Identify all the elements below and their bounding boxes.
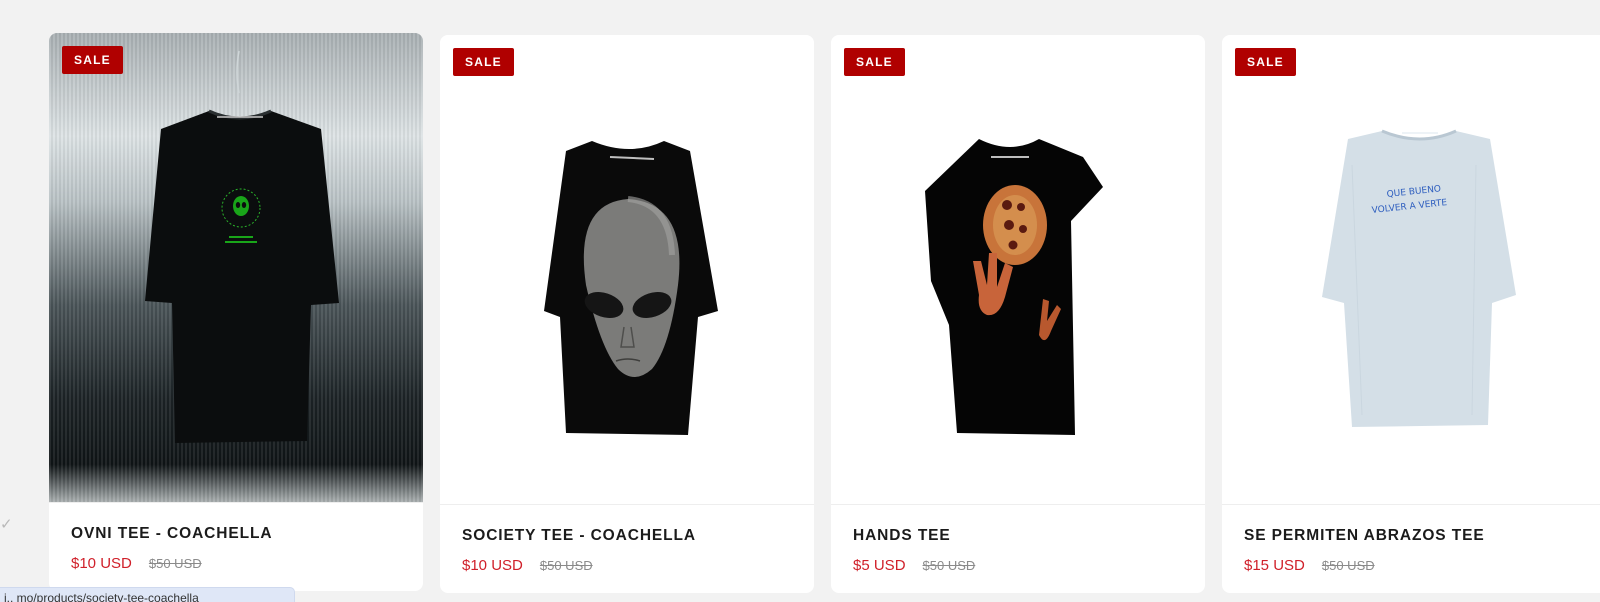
compare-price: $50 USD bbox=[148, 556, 202, 571]
alien-face-tee-image bbox=[544, 141, 718, 435]
product-image[interactable]: SALE bbox=[831, 35, 1205, 505]
product-card-hands-tee[interactable]: SALE HANDS TEE $5 USD $50 USD bbox=[831, 35, 1205, 593]
product-card-se-permiten-abrazos-tee[interactable]: QUE BUENO VOLVER A VERTE SALE SE PERMITE… bbox=[1222, 35, 1600, 593]
sale-badge: SALE bbox=[844, 48, 905, 76]
sale-price: $15 USD bbox=[1244, 557, 1305, 574]
product-card-ovni-tee[interactable]: SALE OVNI TEE - COACHELLA $10 USD $50 US… bbox=[49, 33, 423, 591]
sale-badge: SALE bbox=[453, 48, 514, 76]
product-image[interactable]: SALE bbox=[49, 33, 423, 503]
sale-price: $5 USD bbox=[853, 557, 906, 574]
sale-price: $10 USD bbox=[71, 555, 132, 572]
product-grid: SALE OVNI TEE - COACHELLA $10 USD $50 US… bbox=[49, 33, 1600, 593]
product-card-society-tee[interactable]: SALE SOCIETY TEE - COACHELLA $10 USD $50… bbox=[440, 35, 814, 593]
product-listing: ✓ SALE OVNI TEE - COACHELLA $10 USD $50 … bbox=[0, 0, 1600, 602]
product-image[interactable]: SALE bbox=[440, 35, 814, 505]
hands-tee-image bbox=[925, 139, 1103, 435]
sale-badge: SALE bbox=[1235, 48, 1296, 76]
product-title[interactable]: SE PERMITEN ABRAZOS TEE bbox=[1244, 527, 1586, 545]
product-title[interactable]: OVNI TEE - COACHELLA bbox=[71, 525, 402, 543]
sale-badge: SALE bbox=[62, 46, 123, 74]
checkmark-icon: ✓ bbox=[0, 516, 13, 533]
product-title[interactable]: HANDS TEE bbox=[853, 527, 1184, 545]
sale-price: $10 USD bbox=[462, 557, 523, 574]
compare-price: $50 USD bbox=[539, 558, 593, 573]
product-title[interactable]: SOCIETY TEE - COACHELLA bbox=[462, 527, 793, 545]
black-tee-photo-image bbox=[145, 50, 339, 443]
light-blue-tee-image: QUE BUENO VOLVER A VERTE bbox=[1322, 129, 1516, 427]
compare-price: $50 USD bbox=[922, 558, 976, 573]
link-url-status: i.. mo/products/society-tee-coachella bbox=[0, 587, 295, 602]
compare-price: $50 USD bbox=[1321, 558, 1375, 573]
product-image[interactable]: QUE BUENO VOLVER A VERTE SALE bbox=[1222, 35, 1600, 505]
